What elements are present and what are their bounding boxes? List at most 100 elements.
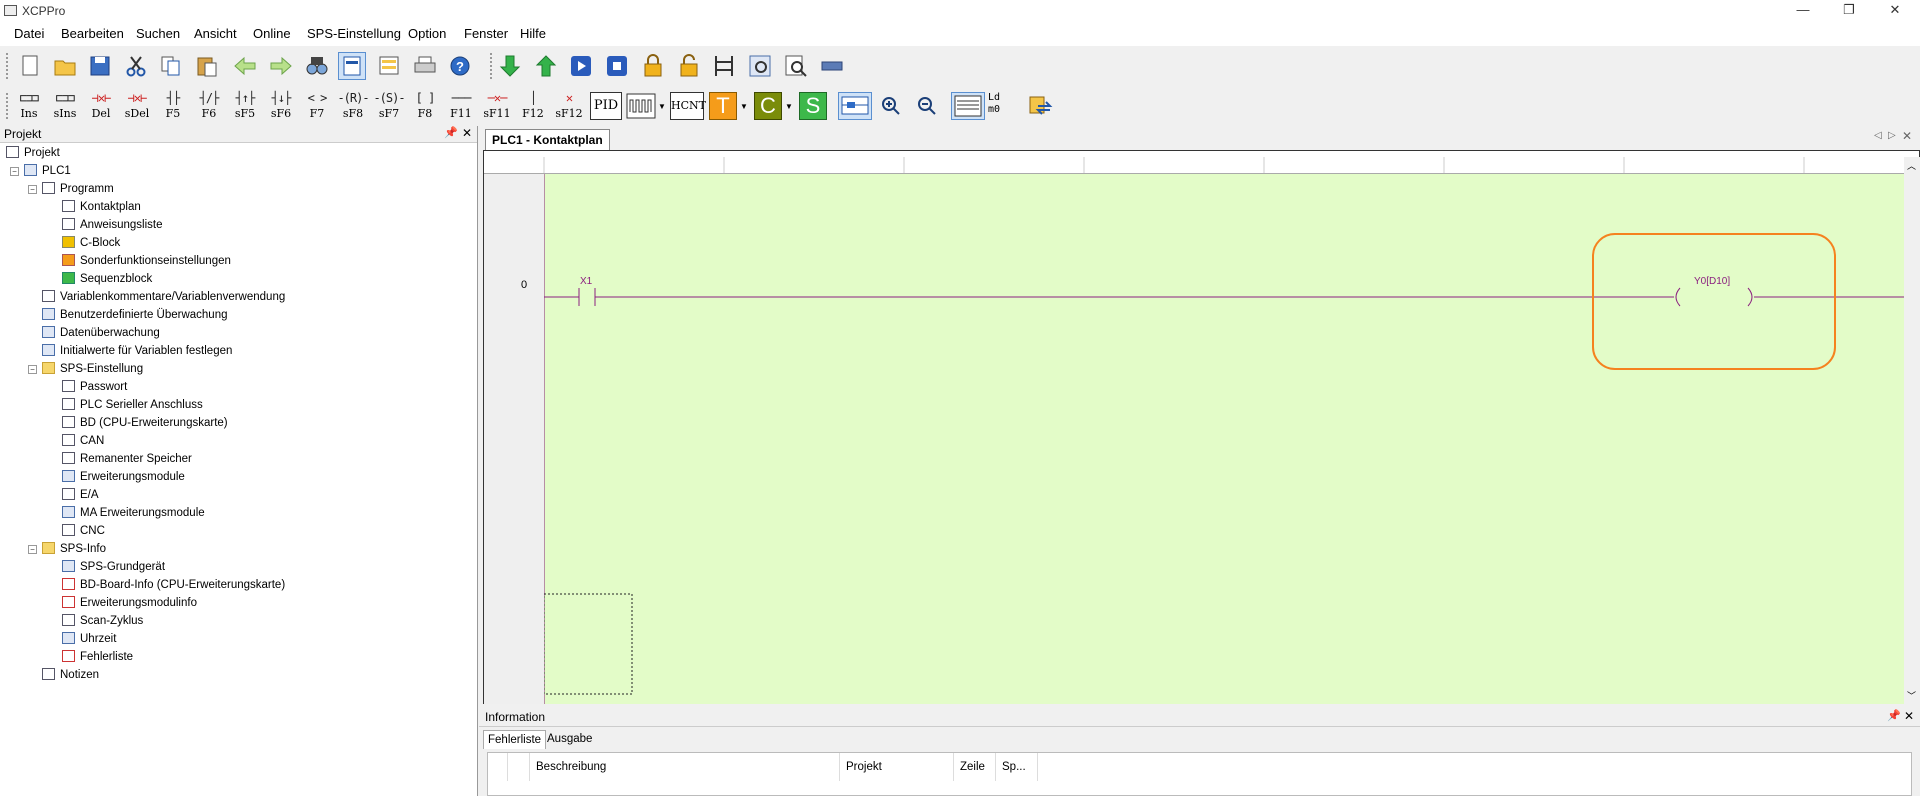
insert-column-button[interactable]: ⊏⊐⊐ sIns	[49, 89, 81, 123]
unlock-icon[interactable]	[675, 52, 703, 80]
set-coil-button[interactable]: -(S)- sF7	[373, 89, 405, 123]
tree-item[interactable]: Datenüberwachung	[42, 324, 160, 342]
tab-scroll-left-icon[interactable]: ◁	[1874, 130, 1882, 141]
serial-port-icon[interactable]	[818, 52, 846, 80]
tree-item[interactable]: BD (CPU-Erweiterungskarte)	[62, 414, 228, 432]
tree-item[interactable]: Uhrzeit	[62, 630, 116, 648]
monitor-ladder-icon[interactable]	[710, 52, 738, 80]
collapse-icon[interactable]: −	[28, 545, 37, 554]
tree-item[interactable]: Variablenkommentare/Variablenverwendung	[42, 288, 285, 306]
print-icon[interactable]	[411, 52, 439, 80]
tree-item[interactable]: Projekt	[6, 144, 60, 162]
counter-dropdown-icon[interactable]: ▼	[785, 102, 793, 111]
zoom-out-icon[interactable]	[913, 92, 941, 120]
help-icon[interactable]: ?	[447, 52, 475, 80]
tree-item[interactable]: Scan-Zyklus	[62, 612, 143, 630]
instruction-list-view-icon[interactable]	[951, 92, 985, 120]
panel-close-icon[interactable]: ✕	[462, 126, 472, 140]
tree-item[interactable]: SPS-Info	[42, 540, 106, 558]
menu-online[interactable]: Online	[253, 26, 291, 41]
list-view-icon[interactable]	[375, 52, 403, 80]
tree-item[interactable]: Remanenter Speicher	[62, 450, 192, 468]
tree-item[interactable]: PLC1	[24, 162, 71, 180]
ladder-view-icon[interactable]	[338, 52, 366, 80]
tree-item[interactable]: Benutzerdefinierte Überwachung	[42, 306, 228, 324]
info-close-icon[interactable]: ✕	[1904, 709, 1914, 723]
toolbar-grip[interactable]	[6, 93, 12, 119]
menu-option[interactable]: Option	[408, 26, 446, 41]
pid-button[interactable]: PID	[590, 92, 622, 120]
tree-item[interactable]: Passwort	[62, 378, 127, 396]
insert-row-button[interactable]: ⊏⊐⊐ Ins	[13, 89, 45, 123]
column-beschreibung[interactable]: Beschreibung	[530, 753, 840, 781]
counter-button[interactable]: C	[754, 92, 782, 120]
collapse-icon[interactable]: −	[10, 167, 19, 176]
ld-m0-button[interactable]: Ld m0	[988, 92, 1018, 120]
tree-item[interactable]: MA Erweiterungsmodule	[62, 504, 205, 522]
column-spalte[interactable]: Sp...	[996, 753, 1038, 781]
delete-vertical-line-button[interactable]: ✕ sF12	[553, 89, 585, 123]
horizontal-line-button[interactable]: ─── F11	[445, 89, 477, 123]
run-icon[interactable]	[567, 52, 595, 80]
menu-ansicht[interactable]: Ansicht	[194, 26, 237, 41]
instruction-button[interactable]: [ ] F8	[409, 89, 441, 123]
tree-item[interactable]: Erweiterungsmodule	[62, 468, 185, 486]
tree-item[interactable]: BD-Board-Info (CPU-Erweiterungskarte)	[62, 576, 285, 594]
collapse-icon[interactable]: −	[28, 365, 37, 374]
tree-item[interactable]: Erweiterungsmodulinfo	[62, 594, 197, 612]
coil-button[interactable]: < > F7	[301, 89, 333, 123]
new-file-icon[interactable]	[16, 52, 44, 80]
zoom-in-icon[interactable]	[877, 92, 905, 120]
stop-icon[interactable]	[603, 52, 631, 80]
timer-dropdown-icon[interactable]: ▼	[740, 102, 748, 111]
tree-item[interactable]: Anweisungsliste	[62, 216, 162, 234]
upload-arrow-icon[interactable]	[532, 52, 560, 80]
coil-label[interactable]: Y0[D10]	[1694, 276, 1730, 287]
tree-item[interactable]: Sequenzblock	[62, 270, 152, 288]
reset-coil-button[interactable]: -(R)- sF8	[337, 89, 369, 123]
normally-closed-contact-button[interactable]: ┤/├ F6	[193, 89, 225, 123]
column-zeile[interactable]: Zeile	[954, 753, 996, 781]
tree-item[interactable]: Fehlerliste	[62, 648, 133, 666]
tab-kontaktplan[interactable]: PLC1 - Kontaktplan	[485, 129, 610, 150]
tab-ausgabe[interactable]: Ausgabe	[543, 730, 596, 748]
ladder-canvas[interactable]: X1 Y0[D10]	[544, 174, 1904, 704]
delete-row-button[interactable]: ⊣✕⊢ Del	[85, 89, 117, 123]
search-data-icon[interactable]	[782, 52, 810, 80]
vertical-scrollbar[interactable]: ︿ ﹀	[1904, 157, 1920, 704]
tree-item[interactable]: Sonderfunktionseinstellungen	[62, 252, 231, 270]
falling-edge-button[interactable]: ┤↓├ sF6	[265, 89, 297, 123]
find-icon[interactable]	[303, 52, 331, 80]
tree-item[interactable]: C-Block	[62, 234, 120, 252]
vertical-line-button[interactable]: │ F12	[517, 89, 549, 123]
close-button[interactable]: ✕	[1872, 0, 1918, 22]
open-folder-icon[interactable]	[51, 52, 79, 80]
menu-datei[interactable]: Datei	[14, 26, 44, 41]
tab-close-icon[interactable]: ✕	[1902, 129, 1912, 143]
contact-label[interactable]: X1	[580, 276, 592, 287]
sequence-button[interactable]: S	[799, 92, 827, 120]
pin-icon[interactable]: 📌	[444, 126, 458, 139]
cut-icon[interactable]	[122, 52, 150, 80]
tree-item[interactable]: Programm	[42, 180, 114, 198]
collapse-icon[interactable]: −	[28, 185, 37, 194]
tree-item[interactable]: Initialwerte für Variablen festlegen	[42, 342, 232, 360]
timer-button[interactable]: T	[709, 92, 737, 120]
save-icon[interactable]	[86, 52, 114, 80]
forward-arrow-icon[interactable]	[267, 52, 295, 80]
scroll-up-icon[interactable]: ︿	[1907, 159, 1916, 172]
menu-bearbeiten[interactable]: Bearbeiten	[61, 26, 124, 41]
menu-sps-einstellung[interactable]: SPS-Einstellung	[307, 26, 401, 41]
copy-icon[interactable]	[157, 52, 185, 80]
tree-item[interactable]: E/A	[62, 486, 99, 504]
hcnt-button[interactable]: HCNT	[670, 92, 706, 120]
back-arrow-icon[interactable]	[231, 52, 259, 80]
tree-item[interactable]: SPS-Grundgerät	[62, 558, 165, 576]
pulse-button[interactable]	[626, 92, 656, 120]
tree-item[interactable]: Kontaktplan	[62, 198, 141, 216]
tree-item[interactable]: CNC	[62, 522, 105, 540]
lock-icon[interactable]	[639, 52, 667, 80]
restore-button[interactable]: ❐	[1826, 0, 1872, 22]
rising-edge-button[interactable]: ┤↑├ sF5	[229, 89, 261, 123]
delete-column-button[interactable]: ⊣✕⊢ sDel	[121, 89, 153, 123]
